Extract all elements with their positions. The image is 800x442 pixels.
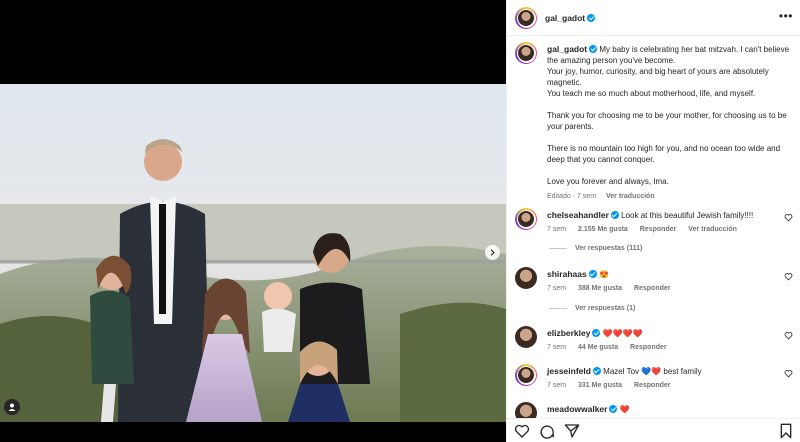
- family-photo-illustration: [0, 84, 506, 422]
- view-replies-button[interactable]: Ver respuestas (111): [549, 245, 642, 252]
- post-actions-bar: [507, 418, 800, 442]
- user-tags-button[interactable]: [4, 399, 20, 415]
- comment-text: 😍: [598, 270, 609, 279]
- commenter-avatar[interactable]: [515, 364, 537, 386]
- comment-text-row: jesseinfeld Mazel Tov 💙❤️ best family: [547, 366, 777, 377]
- comment-text-row: chelseahandler Look at this beautiful Je…: [547, 210, 777, 221]
- chevron-right-icon: [490, 249, 495, 256]
- media-area: [0, 0, 506, 442]
- verified-icon: [589, 45, 598, 53]
- reply-button[interactable]: Responder: [634, 382, 671, 389]
- comment-text: Look at this beautiful Jewish family!!!!: [621, 211, 754, 220]
- post-photo[interactable]: [0, 84, 506, 422]
- instagram-post-view: gal_gadot ••• gal_gadot My baby is celeb…: [0, 0, 800, 442]
- commenter-username[interactable]: jesseinfeld: [547, 366, 591, 376]
- caption-line-6: Love you forever and always, Ima.: [547, 177, 669, 186]
- heart-icon[interactable]: [514, 423, 530, 439]
- reply-button[interactable]: Responder: [630, 344, 667, 351]
- verified-icon: [592, 329, 601, 337]
- verified-icon: [592, 367, 601, 375]
- next-photo-button[interactable]: [485, 245, 500, 260]
- commenter-avatar[interactable]: [515, 267, 537, 289]
- comment-meta: 7 sem 388 Me gusta Responder: [547, 285, 681, 292]
- comment-like-heart-icon[interactable]: [784, 369, 793, 378]
- share-icon[interactable]: [564, 423, 580, 439]
- commenter-avatar[interactable]: [515, 326, 537, 348]
- commenter-username[interactable]: meadowwalker: [547, 404, 607, 414]
- comment-like-heart-icon[interactable]: [784, 331, 793, 340]
- author-username[interactable]: gal_gadot: [545, 13, 585, 23]
- commenter-username[interactable]: shirahaas: [547, 269, 587, 279]
- caption-line-3: You teach me so much about motherhood, l…: [547, 89, 756, 98]
- comment-likes[interactable]: 44 Me gusta: [578, 344, 618, 351]
- comment-likes[interactable]: 2.155 Me gusta: [578, 226, 628, 233]
- bookmark-icon[interactable]: [778, 423, 794, 439]
- comment-text-row: meadowwalker ❤️: [547, 404, 777, 415]
- comment-time: 7 sem: [547, 344, 567, 351]
- caption-line-5: There is no mountain too high for you, a…: [547, 144, 781, 164]
- replies-divider: [549, 308, 567, 309]
- view-replies-label: Ver respuestas (1): [575, 305, 636, 312]
- caption-meta: Editado · 7 sem Ver traducción: [547, 191, 793, 202]
- replies-divider: [549, 248, 567, 249]
- view-replies-button[interactable]: Ver respuestas (1): [549, 305, 635, 312]
- comment-text: ❤️: [619, 405, 630, 414]
- commenter-username[interactable]: chelseahandler: [547, 210, 609, 220]
- verified-icon: [609, 405, 618, 413]
- comment-time: 7 sem: [547, 382, 567, 389]
- caption-line-2: Your joy, humor, curiosity, and big hear…: [547, 67, 769, 87]
- caption-author-username[interactable]: gal_gadot: [547, 44, 587, 54]
- comment-like-heart-icon[interactable]: [784, 272, 793, 281]
- view-replies-label: Ver respuestas (111): [575, 245, 643, 252]
- reply-button[interactable]: Responder: [634, 285, 671, 292]
- verified-icon: [587, 14, 596, 22]
- author-avatar[interactable]: [515, 7, 537, 29]
- post-header: gal_gadot •••: [507, 0, 800, 36]
- author-name-row: gal_gadot: [545, 13, 596, 23]
- commenter-username[interactable]: elizberkley: [547, 328, 590, 338]
- post-details-panel: gal_gadot ••• gal_gadot My baby is celeb…: [506, 0, 800, 442]
- commenter-avatar[interactable]: [515, 208, 537, 230]
- comment-icon[interactable]: [539, 423, 555, 439]
- comment-text: ❤️❤️❤️❤️: [602, 329, 643, 338]
- comment-translate-link[interactable]: Ver traducción: [688, 226, 737, 233]
- see-translation-link[interactable]: Ver traducción: [606, 193, 655, 200]
- comment-likes[interactable]: 331 Me gusta: [578, 382, 622, 389]
- reply-button[interactable]: Responder: [640, 226, 677, 233]
- comment-meta: 7 sem 44 Me gusta Responder: [547, 344, 677, 351]
- comment-time: 7 sem: [547, 285, 567, 292]
- comment-likes[interactable]: 388 Me gusta: [578, 285, 622, 292]
- edited-timestamp: Editado · 7 sem: [547, 193, 597, 200]
- verified-icon: [610, 211, 619, 219]
- comment-time: 7 sem: [547, 226, 567, 233]
- verified-icon: [588, 270, 597, 278]
- comment-like-heart-icon[interactable]: [784, 213, 793, 222]
- comment-text-row: elizberkley ❤️❤️❤️❤️: [547, 328, 777, 339]
- caption-author-avatar[interactable]: [515, 42, 537, 64]
- caption-line-4: Thank you for choosing me to be your mot…: [547, 111, 787, 131]
- comment-text-row: shirahaas 😍: [547, 269, 777, 280]
- post-caption: gal_gadot My baby is celebrating her bat…: [547, 44, 793, 202]
- more-options-icon[interactable]: •••: [779, 9, 793, 23]
- comment-meta: 7 sem 331 Me gusta Responder: [547, 382, 681, 389]
- user-tag-icon: [8, 403, 16, 411]
- comment-meta: 7 sem 2.155 Me gusta Responder Ver tradu…: [547, 226, 747, 233]
- comment-text: Mazel Tov 💙❤️ best family: [603, 367, 702, 376]
